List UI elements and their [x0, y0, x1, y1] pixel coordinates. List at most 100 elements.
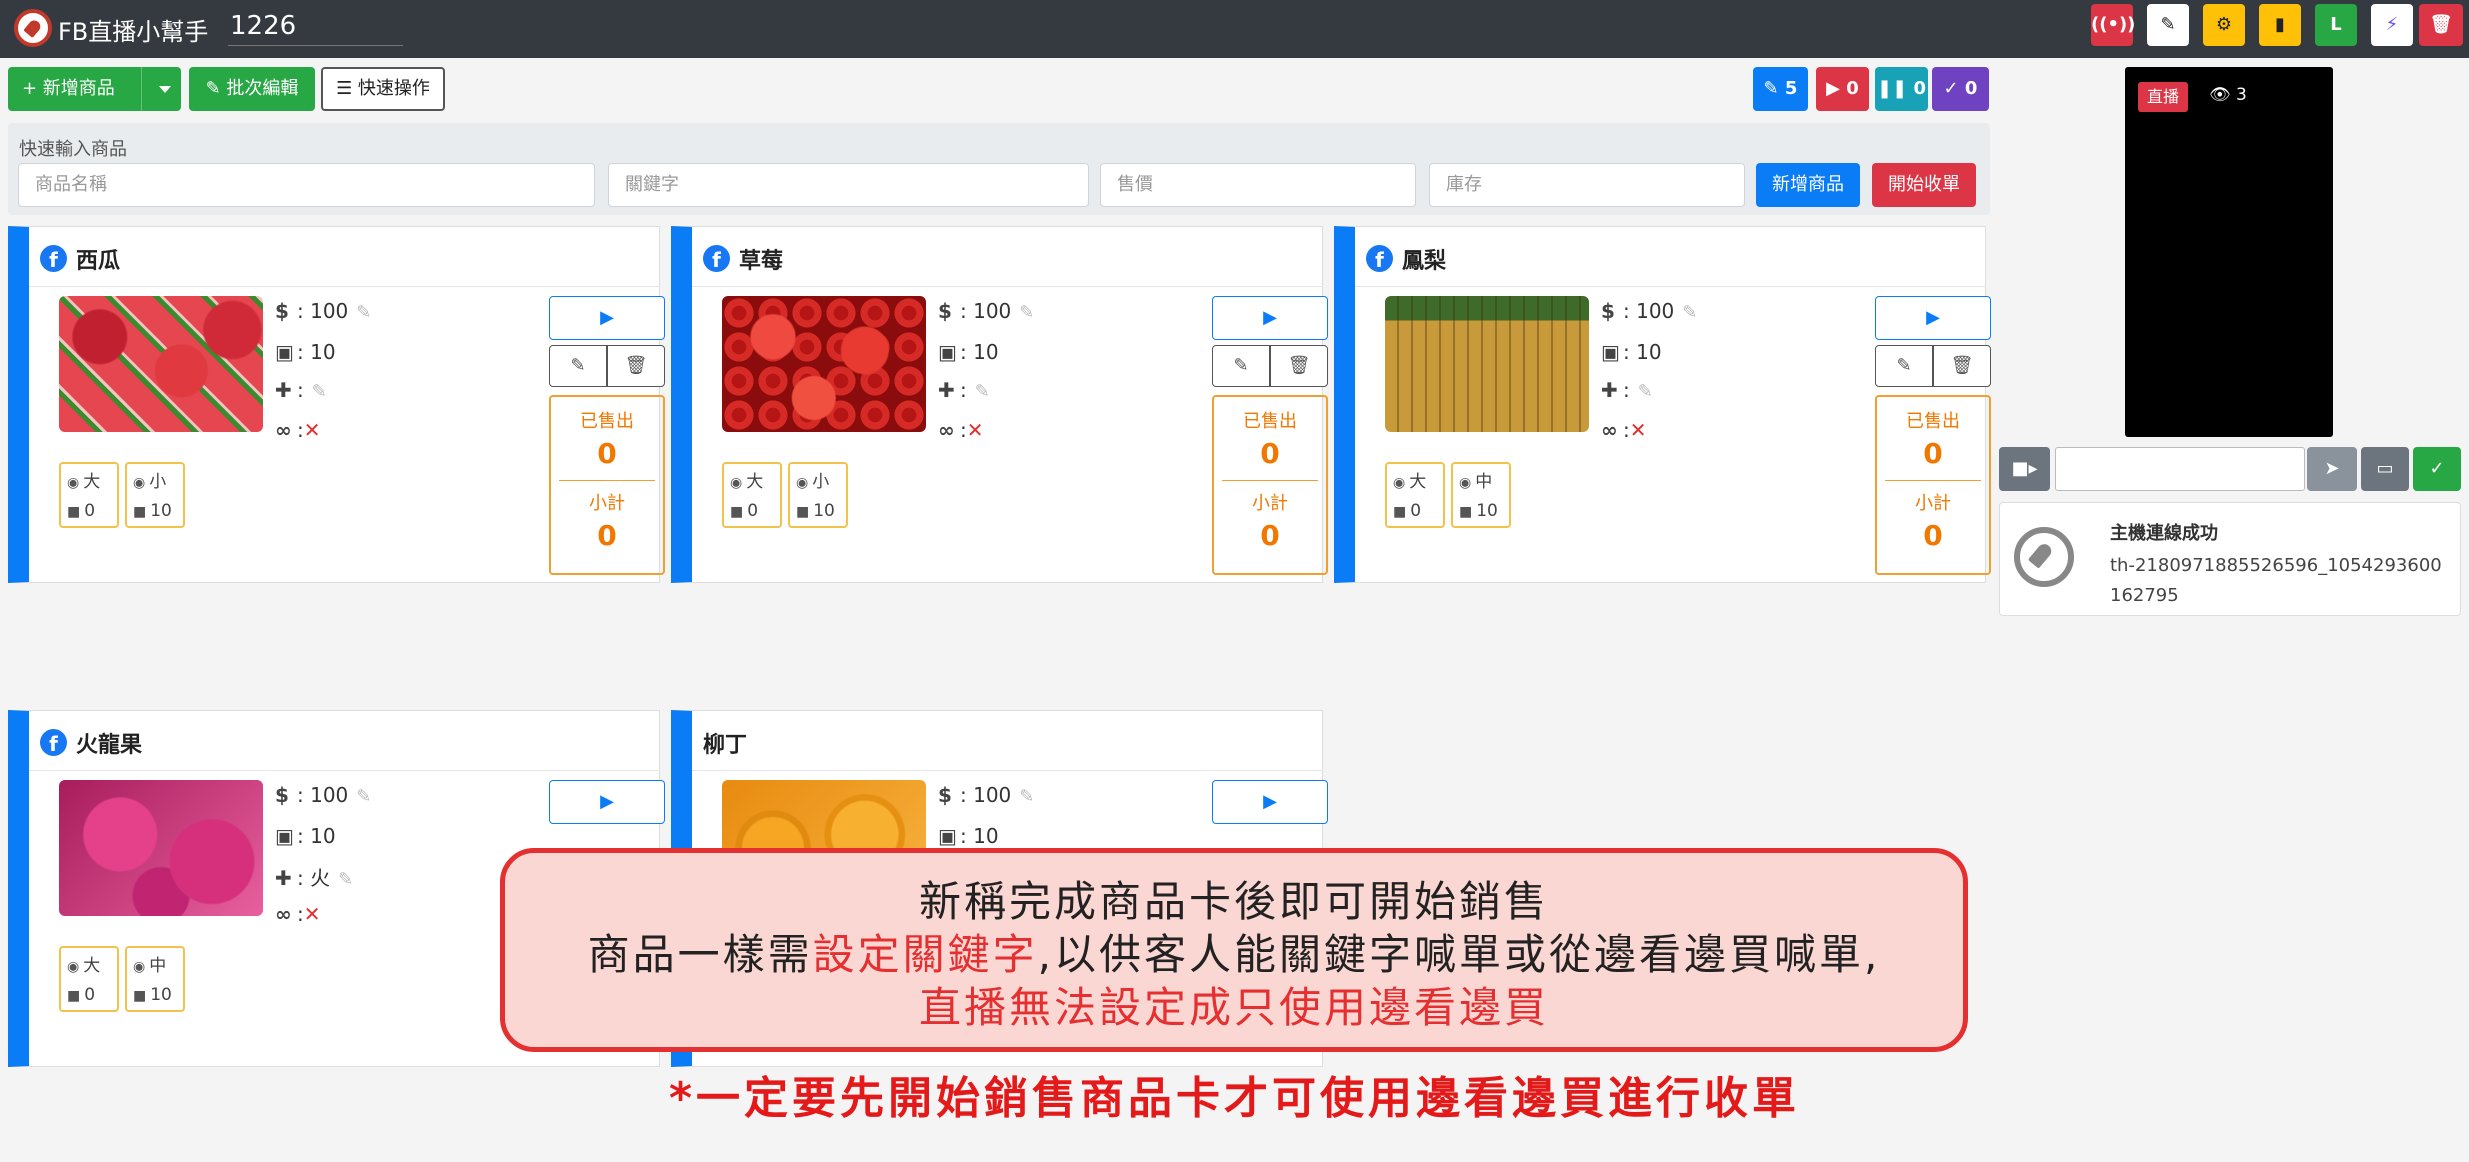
pencil-icon[interactable]: ✎	[1019, 786, 1034, 807]
done-count-badge[interactable]: ✓ 0	[1932, 67, 1989, 111]
boxes-icon: ▣	[938, 824, 957, 848]
pencil-icon[interactable]: ✎	[975, 381, 990, 402]
box-icon: ■	[730, 504, 744, 520]
start-order-button[interactable]: 開始收單	[1872, 163, 1976, 207]
paused-count-badge[interactable]: ❚❚ 0	[1875, 67, 1928, 111]
book-icon[interactable]: ▮	[2259, 4, 2301, 46]
edit-button[interactable]: ✎	[1212, 345, 1270, 387]
viewer-count-value: 3	[2236, 85, 2247, 105]
sold-count: 0	[597, 437, 617, 470]
play-icon: ▶	[600, 791, 614, 812]
delete-button[interactable]: 🗑	[607, 345, 665, 387]
pencil-icon[interactable]: ✎	[1638, 381, 1653, 402]
variant-label: 大	[746, 472, 764, 492]
variant-badge[interactable]: ◉ 大 ■ 0	[59, 462, 119, 528]
pencil-icon[interactable]: ✎	[356, 302, 371, 323]
live-video-preview: 直播 👁 3	[2125, 67, 2333, 437]
batch-edit-button[interactable]: ✎ 批次編輯	[189, 67, 315, 111]
variant-badge[interactable]: ◉ 中 ■ 10	[1451, 462, 1511, 528]
stock-value: : 10	[297, 824, 336, 848]
messenger-icon[interactable]: ⚡	[2371, 4, 2413, 46]
price-row[interactable]: $: 100 ✎	[275, 299, 371, 323]
stock-value: : 10	[960, 340, 999, 364]
keyword-row[interactable]: ✚: ✎	[275, 378, 327, 402]
playing-count-badge[interactable]: ▶ 0	[1816, 67, 1869, 111]
product-name: 鳳梨	[1402, 249, 1447, 274]
video-camera-button[interactable]: ■▸	[1999, 447, 2050, 491]
delete-button[interactable]: 🗑	[1270, 345, 1328, 387]
comment-button[interactable]: ▭	[2361, 447, 2409, 491]
dollar-icon: $	[938, 299, 952, 323]
play-icon: ▶	[600, 307, 614, 328]
subtotal-value: 0	[597, 519, 617, 552]
price-row[interactable]: $: 100 ✎	[1601, 299, 1697, 323]
variant-badge[interactable]: ◉ 小 ■ 10	[125, 462, 185, 528]
add-product-button[interactable]: + 新增商品	[8, 67, 181, 111]
delete-button[interactable]: 🗑	[1933, 345, 1991, 387]
start-sale-button[interactable]: ▶	[549, 780, 665, 824]
keyword-row[interactable]: ✚: ✎	[938, 378, 990, 402]
price-row[interactable]: $ : 100 ✎	[938, 783, 1034, 807]
start-sale-button[interactable]: ▶	[1212, 296, 1328, 340]
variant-label: 大	[1409, 472, 1427, 492]
variant-badge[interactable]: ◉ 大 ■ 0	[1385, 462, 1445, 528]
stock-input[interactable]: 庫存	[1429, 163, 1745, 207]
stock-row: ▣: 10	[938, 824, 999, 848]
pencil-icon[interactable]: ✎	[312, 381, 327, 402]
comment-check-button[interactable]: ✓	[2413, 447, 2461, 491]
edit-count: 5	[1784, 78, 1798, 99]
facebook-icon: f	[40, 729, 67, 756]
infinity-icon: ∞	[275, 418, 292, 442]
wrench-icon[interactable]: ✎	[2147, 4, 2189, 46]
start-sale-button[interactable]: ▶	[549, 296, 665, 340]
callout-line-3: 直播無法設定成只使用邊看邊買	[918, 983, 1549, 1032]
pencil-icon[interactable]: ✎	[338, 869, 353, 890]
price-row[interactable]: $: 100 ✎	[275, 783, 371, 807]
product-name-input[interactable]: 商品名稱	[18, 163, 595, 207]
edit-button[interactable]: ✎	[1875, 345, 1933, 387]
variant-label: 中	[149, 956, 167, 976]
dollar-icon: $	[938, 783, 952, 807]
close-icon: ✕	[303, 418, 321, 442]
callout-line-1: 新稱完成商品卡後即可開始銷售	[918, 877, 1549, 926]
done-count: 0	[1964, 78, 1978, 99]
pencil-icon[interactable]: ✎	[1682, 302, 1697, 323]
trash-icon: 🗑	[1287, 355, 1311, 376]
card-header: f 草莓	[692, 227, 1323, 287]
pencil-icon: ✎	[1763, 78, 1779, 99]
pencil-icon[interactable]: ✎	[1019, 302, 1034, 323]
edit-count-badge[interactable]: ✎ 5	[1753, 67, 1808, 111]
chevron-down-icon[interactable]	[159, 86, 171, 93]
card-header: f 火龍果	[29, 711, 660, 771]
line-icon[interactable]: L	[2315, 4, 2357, 46]
send-button[interactable]: ➤	[2307, 447, 2357, 491]
variant-badge[interactable]: ◉ 大 ■ 0	[722, 462, 782, 528]
price-value: : 100	[960, 783, 1012, 807]
variant-badge[interactable]: ◉ 中 ■ 10	[125, 946, 185, 1012]
variant-stock: 0	[84, 985, 96, 1005]
quick-add-button[interactable]: 新增商品	[1756, 163, 1860, 207]
keyword-row[interactable]: ✚: ✎	[1601, 378, 1653, 402]
trash-icon[interactable]: 🗑	[2419, 4, 2463, 46]
chat-message-input[interactable]	[2055, 447, 2305, 491]
keyword-row[interactable]: ✚: 火 ✎	[275, 862, 353, 891]
keyword-input[interactable]: 關鍵字	[608, 163, 1089, 207]
close-icon: ✕	[966, 418, 984, 442]
edit-button[interactable]: ✎	[549, 345, 607, 387]
price-input[interactable]: 售價	[1100, 163, 1416, 207]
start-sale-button[interactable]: ▶	[1875, 296, 1991, 340]
viewer-count: 👁 3	[2209, 85, 2247, 105]
price-row[interactable]: $: 100 ✎	[938, 299, 1034, 323]
variant-badge[interactable]: ◉ 小 ■ 10	[788, 462, 848, 528]
pencil-icon[interactable]: ✎	[356, 786, 371, 807]
start-sale-button[interactable]: ▶	[1212, 780, 1328, 824]
quick-actions-button[interactable]: ☰ 快速操作	[321, 67, 445, 111]
broadcast-icon[interactable]: ((•))	[2091, 4, 2135, 46]
gear-icon[interactable]: ⚙	[2203, 4, 2245, 46]
variant-badge[interactable]: ◉ 大 ■ 0	[59, 946, 119, 1012]
play-icon: ▶	[1263, 791, 1277, 812]
product-card: f 鳳梨 $: 100 ✎ ▣: 10 ✚: ✎ ∞:✕ ▶ ✎ 🗑 已售出 0 小…	[1334, 226, 1991, 583]
keyword-value: :	[1623, 378, 1630, 402]
sold-label: 已售出	[1243, 411, 1297, 432]
session-id-input[interactable]	[228, 6, 403, 46]
